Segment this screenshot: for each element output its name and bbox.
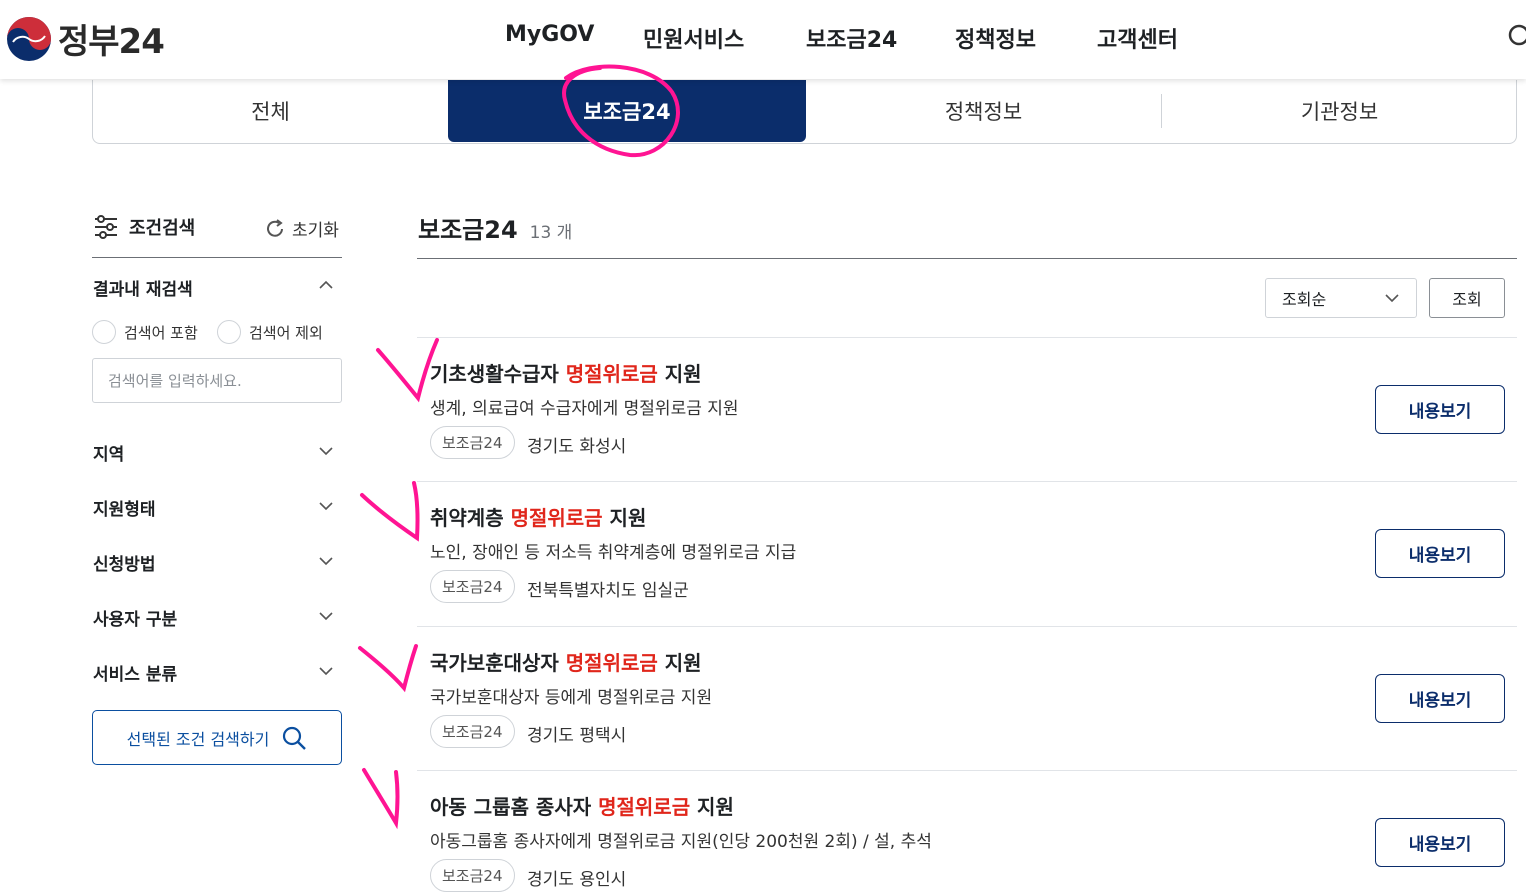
divider: [92, 257, 342, 258]
view-detail-button[interactable]: 내용보기: [1375, 818, 1505, 867]
item-description: 아동그룹홈 종사자에게 명절위로금 지원(인당 200천원 2회) / 설, 추…: [430, 832, 932, 852]
view-detail-button[interactable]: 내용보기: [1375, 529, 1505, 578]
category-tabs: 전체 보조금24 정책정보 기관정보: [92, 80, 1517, 144]
filter-title-label: 조건검색: [129, 218, 196, 239]
radio-exclude-circle[interactable]: [217, 320, 241, 344]
list-item: 아동 그룹홈 종사자 명절위로금 지원 아동그룹홈 종사자에게 명절위로금 지원…: [430, 791, 1510, 892]
chevron-down-icon: [1385, 294, 1399, 303]
search-icon: [283, 726, 307, 750]
item-title-text: 취약계층: [430, 506, 511, 530]
chevron-up-icon[interactable]: [318, 277, 334, 293]
chevron-down-icon[interactable]: [318, 553, 334, 569]
chevron-down-icon[interactable]: [318, 663, 334, 679]
item-region: 경기도 용인시: [527, 870, 627, 890]
item-region: 경기도 평택시: [527, 726, 627, 746]
item-tag: 보조금24: [430, 570, 515, 603]
filter-region[interactable]: 지역: [93, 440, 124, 465]
item-title-text: 아동 그룹홈 종사자: [430, 795, 599, 819]
annotation-check: [358, 644, 418, 693]
search-conditions-button[interactable]: 선택된 조건 검색하기: [92, 710, 342, 765]
filter-service-category[interactable]: 서비스 분류: [93, 660, 177, 685]
filter-user-type[interactable]: 사용자 구분: [93, 605, 177, 630]
view-detail-button[interactable]: 내용보기: [1375, 674, 1505, 723]
filter-title: 조건검색: [93, 214, 195, 240]
row-divider: [417, 481, 1517, 482]
chevron-down-icon[interactable]: [318, 608, 334, 624]
nav-civil-service[interactable]: 민원서비스: [643, 22, 744, 54]
item-title-text: 기초생활수급자: [430, 362, 566, 386]
nav-customer-center[interactable]: 고객센터: [1097, 22, 1178, 54]
filter-sliders-icon: [95, 215, 117, 239]
list-item: 취약계층 명절위로금 지원 노인, 장애인 등 저소득 취약계층에 명절위로금 …: [430, 502, 1510, 642]
item-title-highlight: 명절위로금: [510, 506, 603, 530]
site-header: 정부24 MyGOV 민원서비스 보조금24 정책정보 고객센터: [0, 0, 1526, 79]
nav-mygov[interactable]: MyGOV: [505, 22, 594, 47]
tab-agency-info[interactable]: 기관정보: [1162, 80, 1517, 142]
row-divider: [417, 626, 1517, 627]
item-tag: 보조금24: [430, 426, 515, 459]
item-description: 노인, 장애인 등 저소득 취약계층에 명절위로금 지급: [430, 543, 797, 563]
research-search-input[interactable]: [92, 358, 342, 403]
radio-exclude[interactable]: 검색어 제외: [217, 320, 323, 344]
view-detail-button[interactable]: 내용보기: [1375, 385, 1505, 434]
item-title[interactable]: 취약계층 명절위로금 지원: [430, 502, 646, 531]
item-title-highlight: 명절위로금: [598, 795, 691, 819]
annotation-check: [362, 768, 400, 830]
item-title-text: 지원: [657, 362, 702, 386]
filter-support-type[interactable]: 지원형태: [93, 495, 156, 520]
item-title-text: 지원: [690, 795, 734, 819]
nav-policy-info[interactable]: 정책정보: [955, 22, 1036, 54]
radio-exclude-label: 검색어 제외: [249, 323, 323, 342]
reset-label: 초기화: [292, 221, 339, 241]
item-description: 생계, 의료급여 수급자에게 명절위로금 지원: [430, 399, 739, 419]
research-section-title[interactable]: 결과내 재검색: [93, 275, 193, 300]
tab-policy-info[interactable]: 정책정보: [806, 80, 1161, 142]
divider: [417, 258, 1517, 259]
nav-subsidy24[interactable]: 보조금24: [806, 22, 897, 54]
list-item: 기초생활수급자 명절위로금 지원 생계, 의료급여 수급자에게 명절위로금 지원…: [430, 358, 1510, 498]
filter-apply-method[interactable]: 신청방법: [93, 550, 156, 575]
item-tag: 보조금24: [430, 859, 515, 892]
row-divider: [417, 337, 1517, 338]
item-title-text: 국가보훈대상자: [430, 651, 566, 675]
global-nav: MyGOV 민원서비스 보조금24 정책정보 고객센터: [0, 22, 1526, 54]
item-title[interactable]: 기초생활수급자 명절위로금 지원: [430, 358, 702, 387]
sort-selected-value: 조회순: [1282, 290, 1327, 309]
sort-select[interactable]: 조회순: [1265, 278, 1417, 318]
row-divider: [417, 770, 1517, 771]
item-title-highlight: 명절위로금: [565, 651, 658, 675]
item-title-text: 지원: [602, 506, 647, 530]
radio-include-circle[interactable]: [92, 320, 116, 344]
item-description: 국가보훈대상자 등에게 명절위로금 지원: [430, 688, 713, 708]
refresh-icon: [267, 218, 283, 237]
tab-all[interactable]: 전체: [93, 80, 448, 142]
annotation-check: [360, 481, 420, 542]
results-count: 13 개: [529, 223, 573, 243]
item-title-text: 지원: [657, 651, 702, 675]
results-heading: 보조금24 13 개: [418, 210, 572, 245]
search-icon[interactable]: [1506, 22, 1526, 52]
item-region: 경기도 화성시: [527, 437, 627, 457]
sort-apply-button[interactable]: 조회: [1429, 278, 1505, 318]
reset-button[interactable]: 초기화: [264, 216, 339, 241]
item-title[interactable]: 아동 그룹홈 종사자 명절위로금 지원: [430, 791, 734, 820]
chevron-down-icon[interactable]: [318, 443, 334, 459]
item-tag: 보조금24: [430, 715, 515, 748]
annotation-check: [376, 338, 439, 403]
radio-include[interactable]: 검색어 포함: [92, 320, 198, 344]
search-conditions-label: 선택된 조건 검색하기: [126, 729, 270, 749]
list-item: 국가보훈대상자 명절위로금 지원 국가보훈대상자 등에게 명절위로금 지원 보조…: [430, 647, 1510, 787]
item-region: 전북특별자치도 임실군: [527, 581, 689, 601]
item-title[interactable]: 국가보훈대상자 명절위로금 지원: [430, 647, 702, 676]
results-title: 보조금24: [418, 216, 518, 244]
chevron-down-icon[interactable]: [318, 498, 334, 514]
radio-include-label: 검색어 포함: [124, 323, 198, 342]
tab-subsidy24[interactable]: 보조금24: [448, 80, 806, 142]
item-title-highlight: 명절위로금: [565, 362, 658, 386]
